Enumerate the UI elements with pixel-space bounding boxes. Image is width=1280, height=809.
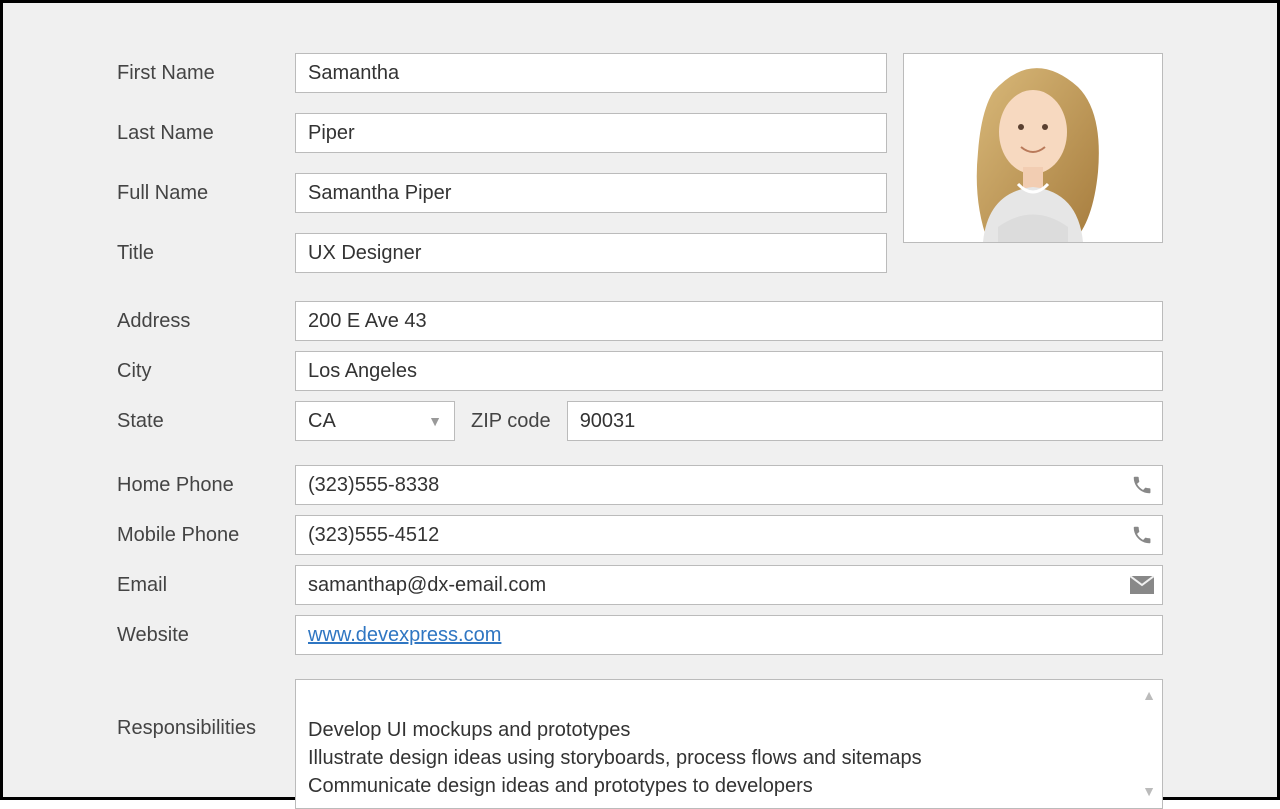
city-field[interactable] <box>295 351 1163 391</box>
label-city: City <box>117 360 295 383</box>
row-title: Title <box>117 233 887 273</box>
email-value: samanthap@dx-email.com <box>308 574 1122 597</box>
label-full-name: Full Name <box>117 182 295 205</box>
home-phone-field[interactable]: (323)555-8338 <box>295 465 1163 505</box>
label-website: Website <box>117 624 295 647</box>
row-responsibilities: Responsibilities Develop UI mockups and … <box>117 679 1163 809</box>
website-field[interactable]: www.devexpress.com <box>295 615 1163 655</box>
phone-icon[interactable] <box>1122 524 1162 546</box>
avatar-icon <box>933 53 1133 242</box>
label-responsibilities: Responsibilities <box>117 679 295 740</box>
label-last-name: Last Name <box>117 122 295 145</box>
email-field[interactable]: samanthap@dx-email.com <box>295 565 1163 605</box>
envelope-icon[interactable] <box>1122 576 1162 594</box>
scroll-up-icon[interactable]: ▲ <box>1142 686 1156 706</box>
mobile-phone-field[interactable]: (323)555-4512 <box>295 515 1163 555</box>
zip-field[interactable] <box>567 401 1163 441</box>
label-mobile-phone: Mobile Phone <box>117 524 295 547</box>
label-address: Address <box>117 310 295 333</box>
phone-icon[interactable] <box>1122 474 1162 496</box>
label-first-name: First Name <box>117 62 295 85</box>
top-fields: First Name Last Name Full Name <box>117 53 887 283</box>
mobile-phone-value: (323)555-4512 <box>308 524 1122 547</box>
photo-box[interactable] <box>903 53 1163 243</box>
scroll-down-icon[interactable]: ▼ <box>1142 782 1156 802</box>
full-name-field[interactable] <box>295 173 887 213</box>
row-address: Address <box>117 301 1163 341</box>
label-zip: ZIP code <box>467 410 555 433</box>
last-name-field[interactable] <box>295 113 887 153</box>
title-field[interactable] <box>295 233 887 273</box>
responsibilities-value: Develop UI mockups and prototypes Illust… <box>308 719 922 797</box>
label-home-phone: Home Phone <box>117 474 295 497</box>
row-mobile-phone: Mobile Phone (323)555-4512 <box>117 515 1163 555</box>
first-name-field[interactable] <box>295 53 887 93</box>
label-email: Email <box>117 574 295 597</box>
home-phone-value: (323)555-8338 <box>308 474 1122 497</box>
top-section: First Name Last Name Full Name <box>117 53 1163 283</box>
responsibilities-field[interactable]: Develop UI mockups and prototypes Illust… <box>295 679 1163 809</box>
row-first-name: First Name <box>117 53 887 93</box>
address-field[interactable] <box>295 301 1163 341</box>
row-home-phone: Home Phone (323)555-8338 <box>117 465 1163 505</box>
label-title: Title <box>117 242 295 265</box>
row-website: Website www.devexpress.com <box>117 615 1163 655</box>
row-city: City <box>117 351 1163 391</box>
state-select[interactable]: CA ▼ <box>295 401 455 441</box>
form-container: First Name Last Name Full Name <box>0 0 1280 800</box>
row-email: Email samanthap@dx-email.com <box>117 565 1163 605</box>
label-state: State <box>117 410 295 433</box>
row-last-name: Last Name <box>117 113 887 153</box>
row-full-name: Full Name <box>117 173 887 213</box>
website-link[interactable]: www.devexpress.com <box>308 624 501 647</box>
row-state-zip: State CA ▼ ZIP code <box>117 401 1163 441</box>
form-body: First Name Last Name Full Name <box>21 21 1259 779</box>
chevron-down-icon: ▼ <box>428 413 442 429</box>
state-value: CA <box>308 410 336 433</box>
